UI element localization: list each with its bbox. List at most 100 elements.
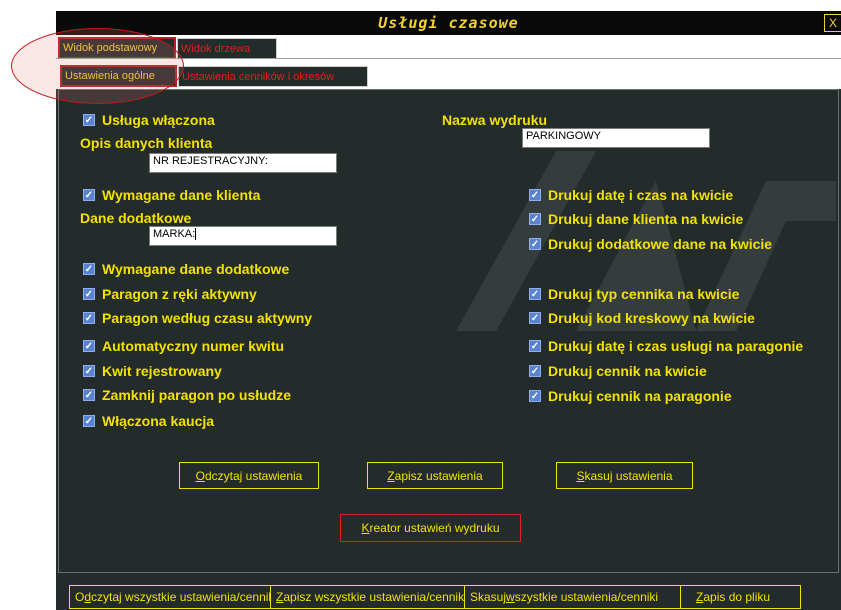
button-label-prefix: O <box>75 590 85 604</box>
access-key: Z <box>696 590 704 604</box>
button-label: apis do pliku <box>703 590 771 604</box>
tab-widok-podstawowy[interactable]: Widok podstawowy <box>58 37 176 59</box>
checkbox-checked-icon: ✓ <box>529 312 541 324</box>
checkbox-checked-icon: ✓ <box>83 114 95 126</box>
skasuj-wszystkie-button[interactable]: Skasuj w szystkie ustawienia/cenniki <box>464 585 681 609</box>
opis-danych-label: Opis danych klienta <box>80 135 213 151</box>
drukuj-cennik-kwit-checkbox[interactable]: ✓ Drukuj cennik na kwicie <box>529 363 707 379</box>
app-window: Usługi czasowe X Widok podstawowy Widok … <box>56 11 841 610</box>
tab-label: Widok podstawowy <box>63 42 158 54</box>
checkbox-checked-icon: ✓ <box>83 288 95 300</box>
checkbox-label: Kwit rejestrowany <box>102 363 222 379</box>
wymagane-dane-dodatkowe-checkbox[interactable]: ✓ Wymagane dane dodatkowe <box>83 261 289 277</box>
access-key: w <box>506 590 515 604</box>
button-label: czytaj wszystkie ustawienia/cenniki <box>91 590 271 604</box>
zapisz-wszystkie-button[interactable]: Zapisz wszystkie ustawienia/cenniki <box>270 585 465 609</box>
drukuj-kod-checkbox[interactable]: ✓ Drukuj kod kreskowy na kwicie <box>529 310 755 326</box>
button-label: apisz wszystkie ustawienia/cenniki <box>283 590 465 604</box>
nazwa-wydruku-field[interactable]: PARKINGOWY <box>522 128 710 148</box>
access-key: O <box>195 468 205 483</box>
paragon-z-reki-checkbox[interactable]: ✓ Paragon z ręki aktywny <box>83 286 257 302</box>
opis-danych-field[interactable]: NR REJESTRACYJNY: <box>149 153 337 173</box>
checkbox-checked-icon: ✓ <box>529 365 541 377</box>
wlaczona-kaucja-checkbox[interactable]: ✓ Włączona kaucja <box>83 413 214 429</box>
title-bar: Usługi czasowe X <box>56 11 841 35</box>
zamknij-paragon-checkbox[interactable]: ✓ Zamknij paragon po usłudze <box>83 387 291 403</box>
close-button[interactable]: X <box>824 14 841 32</box>
skasuj-ustawienia-button[interactable]: Skasuj ustawienia <box>556 462 693 489</box>
checkbox-checked-icon: ✓ <box>83 415 95 427</box>
drukuj-dane-klienta-checkbox[interactable]: ✓ Drukuj dane klienta na kwicie <box>529 211 743 227</box>
access-key: d <box>84 590 92 604</box>
button-label: apisz ustawienia <box>394 468 483 483</box>
checkbox-label: Paragon z ręki aktywny <box>102 286 257 302</box>
wymagane-dane-klienta-checkbox[interactable]: ✓ Wymagane dane klienta <box>83 187 260 203</box>
checkbox-label: Drukuj dane klienta na kwicie <box>548 211 744 227</box>
checkbox-label: Drukuj dodatkowe dane na kwicie <box>548 236 773 252</box>
zapis-do-pliku-button[interactable]: Zapis do pliku <box>680 585 801 609</box>
bottom-toolbar: Od czytaj wszystkie ustawienia/cenniki Za… <box>56 583 841 610</box>
drukuj-typ-checkbox[interactable]: ✓ Drukuj typ cennika na kwicie <box>529 286 739 302</box>
tab-ustawienia-ogolne[interactable]: Ustawienia ogólne <box>60 65 177 87</box>
usluga-wlaczona-checkbox[interactable]: ✓ Usługa włączona <box>83 112 215 128</box>
checkbox-label: Drukuj typ cennika na kwicie <box>548 286 740 302</box>
checkbox-label: Drukuj kod kreskowy na kwicie <box>548 310 755 326</box>
checkbox-checked-icon: ✓ <box>83 340 95 352</box>
checkbox-checked-icon: ✓ <box>83 263 95 275</box>
access-key: S <box>576 468 585 483</box>
checkbox-label: Drukuj cennik na paragonie <box>548 388 732 404</box>
access-key: Z <box>276 590 284 604</box>
odczytaj-wszystkie-button[interactable]: Od czytaj wszystkie ustawienia/cenniki <box>69 585 271 609</box>
checkbox-checked-icon: ✓ <box>83 365 95 377</box>
tab-label: Ustawienia cenników i okresów <box>182 70 335 83</box>
tab-widok-drzewa[interactable]: Widok drzewa <box>177 38 277 59</box>
checkbox-checked-icon: ✓ <box>83 389 95 401</box>
checkbox-checked-icon: ✓ <box>529 213 541 225</box>
zapisz-ustawienia-button[interactable]: Zapisz ustawienia <box>367 462 503 489</box>
checkbox-label: Drukuj cennik na kwicie <box>548 363 707 379</box>
checkbox-checked-icon: ✓ <box>529 238 541 250</box>
main-tabstrip: Widok podstawowy Widok drzewa <box>56 35 841 59</box>
button-label: kasuj ustawienia <box>584 468 673 483</box>
tab-ustawienia-cennikow[interactable]: Ustawienia cenników i okresów <box>178 66 368 87</box>
tab-label: Ustawienia ogólne <box>65 70 155 82</box>
nazwa-wydruku-label: Nazwa wydruku <box>442 112 548 128</box>
kreator-ustawien-wydruku-button[interactable]: Kreator ustawień wydruku <box>340 514 521 542</box>
checkbox-label: Drukuj datę i czas usługi na paragonie <box>548 338 804 354</box>
checkbox-label: Automatyczny numer kwitu <box>102 338 285 354</box>
checkbox-checked-icon: ✓ <box>529 340 541 352</box>
drukuj-date-checkbox[interactable]: ✓ Drukuj datę i czas na kwicie <box>529 187 733 203</box>
dane-dodatkowe-field[interactable]: MARKA: <box>149 226 337 246</box>
checkbox-checked-icon: ✓ <box>83 189 95 201</box>
checkbox-label: Zamknij paragon po usłudze <box>102 387 292 403</box>
window-title: Usługi czasowe <box>378 14 519 32</box>
checkbox-checked-icon: ✓ <box>529 288 541 300</box>
access-key: Z <box>387 468 395 483</box>
paragon-wg-czasu-checkbox[interactable]: ✓ Paragon według czasu aktywny <box>83 310 312 326</box>
checkbox-checked-icon: ✓ <box>529 390 541 402</box>
checkbox-label: Usługa włączona <box>102 112 215 128</box>
drukuj-dodatkowe-checkbox[interactable]: ✓ Drukuj dodatkowe dane na kwicie <box>529 236 772 252</box>
checkbox-checked-icon: ✓ <box>83 312 95 324</box>
dane-dodatkowe-label: Dane dodatkowe <box>80 210 192 226</box>
drukuj-date-uslugi-checkbox[interactable]: ✓ Drukuj datę i czas usługi na paragonie <box>529 338 803 354</box>
button-label-prefix: Skasuj <box>470 590 507 604</box>
text-caret <box>195 228 197 241</box>
checkbox-label: Włączona kaucja <box>102 413 215 429</box>
kwit-rejestrowany-checkbox[interactable]: ✓ Kwit rejestrowany <box>83 363 222 379</box>
button-label: dczytaj ustawienia <box>204 468 303 483</box>
checkbox-checked-icon: ✓ <box>529 189 541 201</box>
button-label: reator ustawień wydruku <box>369 521 500 535</box>
access-key: K <box>361 521 370 535</box>
checkbox-label: Drukuj datę i czas na kwicie <box>548 187 734 203</box>
field-value: MARKA: <box>153 228 196 240</box>
automatyczny-numer-checkbox[interactable]: ✓ Automatyczny numer kwitu <box>83 338 284 354</box>
checkbox-label: Paragon według czasu aktywny <box>102 310 313 326</box>
button-label: szystkie ustawienia/cenniki <box>514 590 659 604</box>
drukuj-cennik-paragon-checkbox[interactable]: ✓ Drukuj cennik na paragonie <box>529 388 732 404</box>
odczytaj-ustawienia-button[interactable]: Odczytaj ustawienia <box>179 462 319 489</box>
checkbox-label: Wymagane dane klienta <box>102 187 261 203</box>
sub-tabstrip: Ustawienia ogólne Ustawienia cenników i … <box>56 59 841 89</box>
checkbox-label: Wymagane dane dodatkowe <box>102 261 290 277</box>
tab-label: Widok drzewa <box>181 42 251 55</box>
